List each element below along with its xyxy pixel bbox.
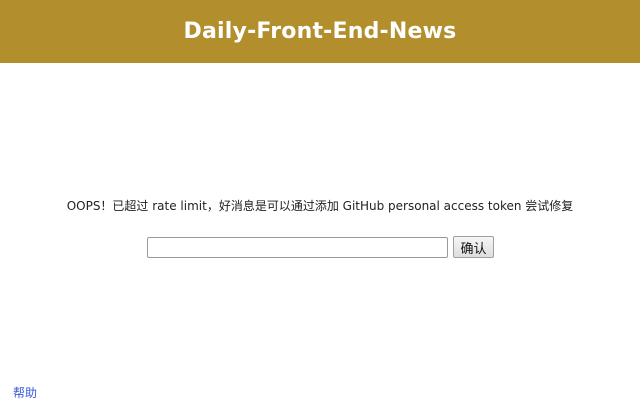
rate-limit-message: OOPS！已超过 rate limit，好消息是可以通过添加 GitHub pe… [66,199,574,213]
confirm-button[interactable]: 确认 [453,236,494,258]
token-input[interactable] [147,236,448,258]
help-link[interactable]: 帮助 [13,384,37,400]
token-form: 确认 [147,236,494,258]
header-bar: Daily-Front-End-News [0,0,640,63]
app-page: Daily-Front-End-News OOPS！已超过 rate limit… [0,0,640,400]
app-title: Daily-Front-End-News [183,19,457,44]
